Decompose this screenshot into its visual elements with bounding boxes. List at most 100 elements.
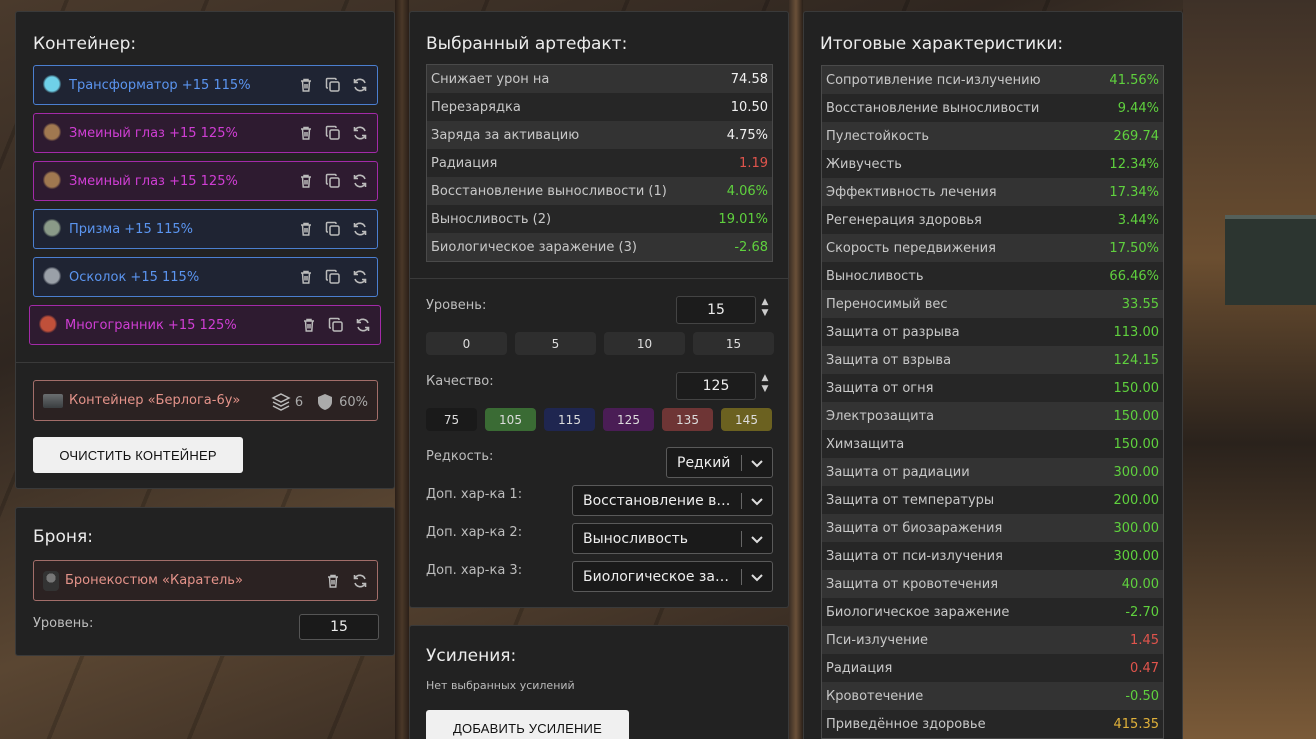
- armor-item[interactable]: Бронекостюм «Каратель»: [33, 560, 378, 601]
- artifact-row[interactable]: Осколок +15 115%: [33, 257, 378, 297]
- stat-row: Выносливость (2) 19.01%: [427, 205, 772, 233]
- stat-value: -2.68: [734, 239, 768, 255]
- extra1-value: Восстановление выносливости: [583, 492, 733, 509]
- stat-name: Химзащита: [826, 436, 905, 452]
- swap-icon[interactable]: [351, 76, 369, 94]
- artifact-actions: [297, 172, 369, 190]
- stat-name: Восстановление выносливости (1): [431, 183, 667, 199]
- copy-icon[interactable]: [324, 76, 342, 94]
- extra3-select[interactable]: Биологическое заражение: [572, 561, 773, 592]
- clear-container-button[interactable]: ОЧИСТИТЬ КОНТЕЙНЕР: [33, 437, 243, 473]
- swap-icon[interactable]: [351, 268, 369, 286]
- chevron-down-icon: [751, 459, 763, 467]
- prism-artifact-icon: [43, 219, 63, 239]
- stat-value: 150.00: [1113, 380, 1160, 396]
- stat-row: Кровотечение -0.50: [822, 682, 1163, 710]
- swap-icon[interactable]: [351, 124, 369, 142]
- quality-label: Качество:: [426, 374, 494, 389]
- armor-suit-icon: [43, 570, 59, 591]
- level-preset-button[interactable]: 10: [604, 332, 685, 355]
- container-box-icon: [43, 393, 63, 408]
- delete-icon[interactable]: [297, 268, 315, 286]
- container-item[interactable]: Контейнер «Берлога-6у» 6 60%: [33, 380, 378, 421]
- stat-value: 41.56%: [1109, 72, 1159, 88]
- delete-icon[interactable]: [297, 220, 315, 238]
- stat-name: Защита от биозаражения: [826, 520, 1003, 536]
- stat-value: 113.00: [1113, 324, 1160, 340]
- chevron-down-icon[interactable]: ▼: [759, 384, 771, 395]
- stat-name: Защита от огня: [826, 380, 934, 396]
- quality-preset-button[interactable]: 105: [485, 408, 536, 431]
- stat-value: 1.45: [1130, 632, 1159, 648]
- stat-row: Приведённое здоровье 415.35: [822, 710, 1163, 738]
- stat-value: 0.47: [1130, 660, 1159, 676]
- copy-icon[interactable]: [324, 268, 342, 286]
- polyhedron-artifact-icon: [39, 315, 59, 335]
- level-preset-button[interactable]: 15: [693, 332, 774, 355]
- stat-row: Электрозащита 150.00: [822, 402, 1163, 430]
- level-spinner[interactable]: ▲ ▼: [759, 297, 771, 319]
- extra1-select[interactable]: Восстановление выносливости: [572, 485, 773, 516]
- artifact-actions: [297, 76, 369, 94]
- artifact-row[interactable]: Призма +15 115%: [33, 209, 378, 249]
- quality-preset-button[interactable]: 125: [603, 408, 654, 431]
- quality-preset-button[interactable]: 75: [426, 408, 477, 431]
- quality-preset-button[interactable]: 145: [721, 408, 772, 431]
- level-preset-button[interactable]: 5: [515, 332, 596, 355]
- stat-row: Защита от биозаражения 300.00: [822, 514, 1163, 542]
- artifact-stats-table: Снижает урон на 74.58 Перезарядка 10.50 Заря…: [426, 64, 773, 262]
- extra2-select[interactable]: Выносливость: [572, 523, 773, 554]
- level-preset-button[interactable]: 0: [426, 332, 507, 355]
- chevron-up-icon[interactable]: ▲: [759, 297, 771, 308]
- swap-icon[interactable]: [351, 572, 369, 590]
- stat-value: -2.70: [1125, 604, 1159, 620]
- artifact-row[interactable]: Змеиный глаз +15 125%: [33, 113, 378, 153]
- swap-icon[interactable]: [351, 220, 369, 238]
- quality-input[interactable]: 125: [676, 372, 756, 400]
- rarity-select[interactable]: Редкий: [666, 447, 773, 478]
- delete-icon[interactable]: [297, 76, 315, 94]
- delete-icon[interactable]: [297, 124, 315, 142]
- stat-value: 300.00: [1113, 548, 1160, 564]
- stat-row: Перезарядка 10.50: [427, 93, 772, 121]
- transformer-artifact-icon: [43, 75, 63, 95]
- artifact-row[interactable]: Многогранник +15 125%: [29, 305, 381, 345]
- artifact-label: Осколок +15 115%: [69, 269, 200, 285]
- stat-row: Пси-излучение 1.45: [822, 626, 1163, 654]
- stat-row: Переносимый вес 33.55: [822, 290, 1163, 318]
- copy-icon[interactable]: [327, 316, 345, 334]
- artifact-label: Многогранник +15 125%: [65, 317, 237, 333]
- artifact-row[interactable]: Змеиный глаз +15 125%: [33, 161, 378, 201]
- stat-name: Радиация: [431, 155, 498, 171]
- extra1-label: Доп. хар-ка 1:: [426, 487, 523, 502]
- stat-name: Пулестойкость: [826, 128, 930, 144]
- swap-icon[interactable]: [351, 172, 369, 190]
- chevron-up-icon[interactable]: ▲: [759, 373, 771, 384]
- stat-name: Пси-излучение: [826, 632, 929, 648]
- artifact-label: Призма +15 115%: [69, 221, 194, 237]
- artifact-row[interactable]: Трансформатор +15 115%: [33, 65, 378, 105]
- shard-artifact-icon: [43, 267, 63, 287]
- quality-preset-button[interactable]: 135: [662, 408, 713, 431]
- stat-name: Живучесть: [826, 156, 902, 172]
- stat-row: Защита от огня 150.00: [822, 374, 1163, 402]
- stat-row: Защита от радиации 300.00: [822, 458, 1163, 486]
- copy-icon[interactable]: [324, 124, 342, 142]
- stat-name: Защита от пси-излучения: [826, 548, 1003, 564]
- quality-spinner[interactable]: ▲ ▼: [759, 373, 771, 395]
- copy-icon[interactable]: [324, 220, 342, 238]
- add-upgrade-button[interactable]: ДОБАВИТЬ УСИЛЕНИЕ: [426, 710, 629, 739]
- stat-name: Электрозащита: [826, 408, 935, 424]
- level-input[interactable]: 15: [676, 296, 756, 324]
- swap-icon[interactable]: [354, 316, 372, 334]
- delete-icon[interactable]: [297, 172, 315, 190]
- quality-preset-button[interactable]: 115: [544, 408, 595, 431]
- artifact-actions: [297, 220, 369, 238]
- stat-name: Снижает урон на: [431, 71, 550, 87]
- armor-level-input[interactable]: 15: [299, 614, 379, 640]
- delete-icon[interactable]: [324, 572, 342, 590]
- chevron-down-icon[interactable]: ▼: [759, 308, 771, 319]
- stat-row: Защита от кровотечения 40.00: [822, 570, 1163, 598]
- delete-icon[interactable]: [300, 316, 318, 334]
- copy-icon[interactable]: [324, 172, 342, 190]
